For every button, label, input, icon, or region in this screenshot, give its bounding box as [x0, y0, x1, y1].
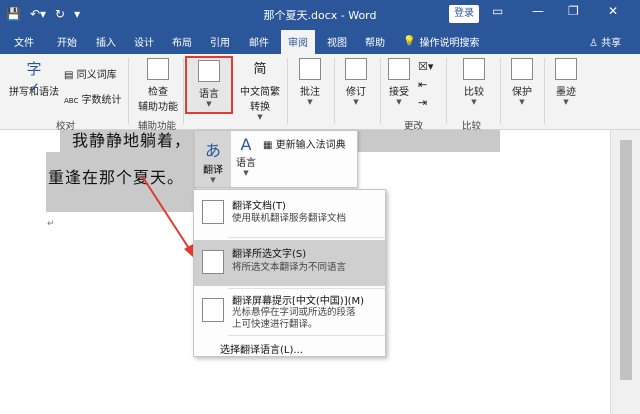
menu-item-desc: 将所选文本翻译为不同语言	[232, 262, 347, 273]
menu-separator	[228, 237, 385, 238]
language-panel: あ 翻译 ▼ A 语言 ▼ ▦ 更新输入法词典	[194, 130, 358, 188]
menu-item-translate-document[interactable]: 翻译文档(T) 使用联机翻译服务翻译文档	[194, 192, 385, 236]
choose-language-label: 选择翻译语言(L)...	[220, 345, 303, 356]
chevron-down-icon: ▼	[210, 176, 216, 184]
chevron-down-icon: ▼	[243, 169, 249, 177]
translate-label: 翻译	[203, 165, 223, 176]
menu-item-title: 翻译所选文字(S)	[232, 249, 307, 260]
menu-item-title: 翻译屏幕提示[中文(中国)](M)	[232, 296, 365, 307]
menu-item-desc: 光标悬停在字词或所选的段落	[232, 307, 356, 318]
translate-icon: あ	[204, 141, 221, 160]
translate-screentip-icon	[202, 298, 224, 322]
update-ime-dictionary-button[interactable]: ▦ 更新输入法词典	[263, 136, 346, 151]
menu-item-title: 翻译文档(T)	[232, 201, 286, 212]
translate-document-icon	[202, 200, 224, 224]
menu-item-desc: 上可快速进行翻译。	[232, 319, 318, 330]
menu-item-translate-screentip[interactable]: 翻译屏幕提示[中文(中国)](M) 光标悬停在字词或所选的段落 上可快速进行翻译…	[194, 290, 385, 334]
translate-selection-icon	[202, 250, 224, 274]
menu-item-choose-language[interactable]: 选择翻译语言(L)...	[194, 338, 385, 356]
menu-item-translate-selection[interactable]: 翻译所选文字(S) 将所选文本翻译为不同语言	[194, 240, 385, 286]
menu-item-desc: 使用联机翻译服务翻译文档	[232, 213, 347, 224]
translate-button[interactable]: あ 翻译 ▼	[195, 131, 231, 187]
menu-separator	[228, 288, 385, 289]
update-ime-label: 更新输入法词典	[275, 140, 346, 151]
language-sub-label: 语言	[236, 158, 256, 169]
language-a-icon: A	[240, 135, 252, 154]
menu-separator	[228, 335, 385, 336]
dictionary-icon: ▦	[263, 140, 273, 151]
language-sub-button[interactable]: A 语言 ▼	[233, 135, 259, 177]
translate-menu: 翻译文档(T) 使用联机翻译服务翻译文档 翻译所选文字(S) 将所选文本翻译为不…	[193, 189, 386, 357]
